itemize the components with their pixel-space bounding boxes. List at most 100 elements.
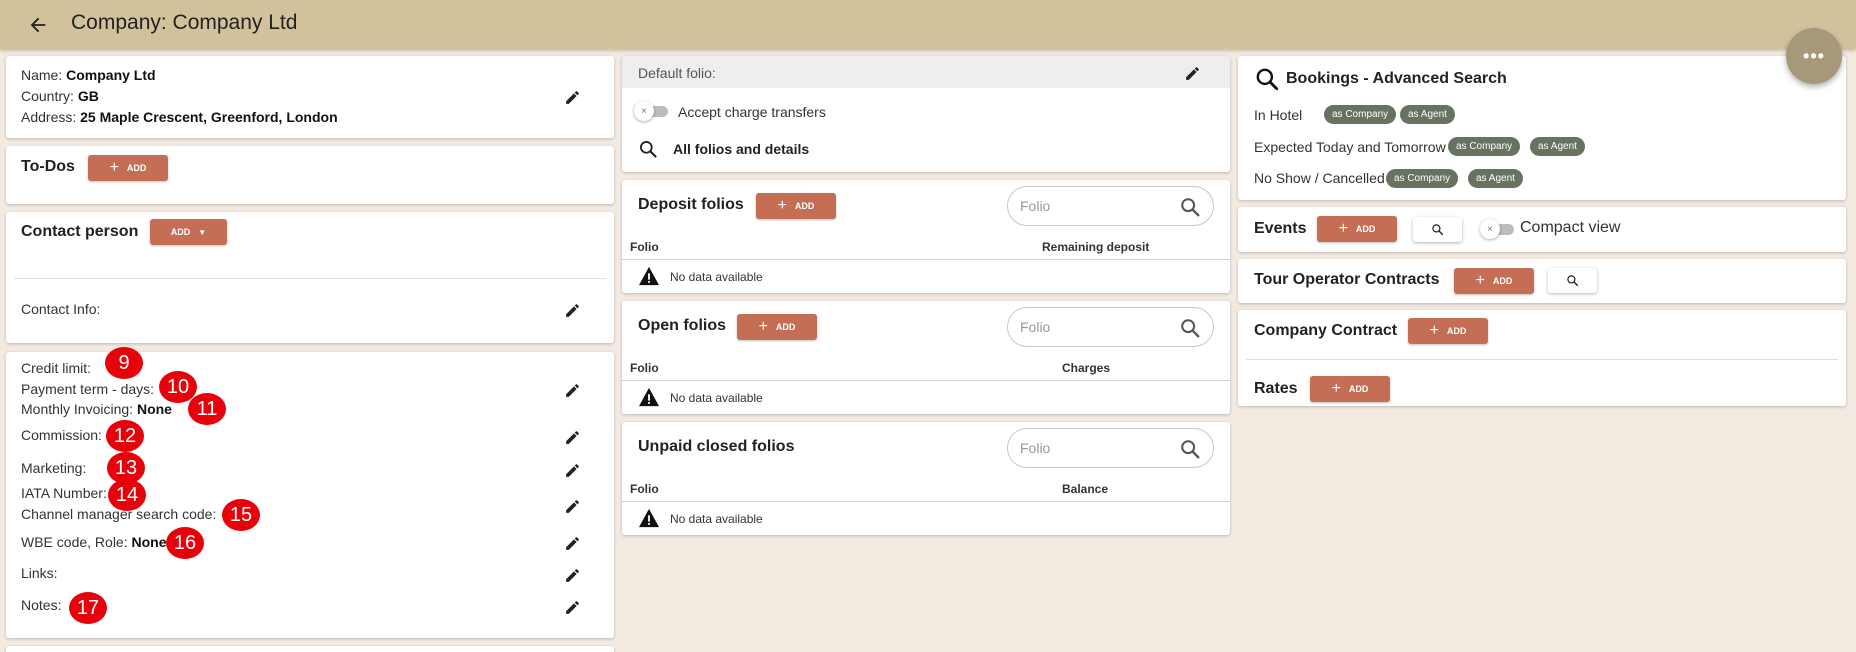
add-deposit-folio-button[interactable]: + ADD — [756, 193, 836, 219]
add-deposit-label: ADD — [794, 201, 815, 211]
credit-limit-label: Credit limit: — [21, 360, 92, 376]
back-arrow-icon[interactable] — [22, 9, 54, 41]
events-card: Events + ADD × Compact view — [1238, 207, 1846, 252]
events-search-button[interactable] — [1413, 217, 1462, 242]
in-hotel-as-agent-badge[interactable]: as Agent — [1400, 105, 1455, 124]
search-icon[interactable] — [1179, 438, 1201, 460]
events-title: Events — [1254, 220, 1307, 237]
tour-operator-search-button[interactable] — [1548, 268, 1597, 293]
expected-as-company-badge[interactable]: as Company — [1448, 137, 1521, 156]
add-event-button[interactable]: + ADD — [1317, 216, 1397, 242]
add-tour-operator-label: ADD — [1492, 276, 1513, 286]
edit-commission-pencil-icon[interactable] — [562, 427, 582, 447]
open-folio-search-field[interactable] — [1007, 307, 1214, 347]
marker-16: 16 — [166, 527, 204, 559]
add-rates-label: ADD — [1348, 384, 1369, 394]
edit-links-pencil-icon[interactable] — [562, 565, 582, 585]
plus-icon: + — [109, 159, 119, 176]
contact-divider — [14, 278, 606, 279]
unpaid-folios-title: Unpaid closed folios — [638, 438, 795, 455]
edit-contact-info-pencil-icon[interactable] — [562, 300, 582, 320]
unpaid-col-folio: Folio — [630, 482, 659, 496]
bookings-search-title: Bookings - Advanced Search — [1286, 70, 1507, 87]
edit-default-folio-pencil-icon[interactable] — [1182, 63, 1202, 83]
todos-title: To-Dos — [21, 158, 75, 175]
add-tour-operator-button[interactable]: + ADD — [1454, 268, 1534, 294]
noshow-as-agent-badge[interactable]: as Agent — [1468, 169, 1523, 188]
edit-notes-pencil-icon[interactable] — [562, 597, 582, 617]
search-icon — [1566, 274, 1579, 287]
marker-15: 15 — [222, 499, 260, 531]
warning-icon — [638, 387, 660, 407]
marker-17: 17 — [69, 592, 107, 624]
wbe-code-row: WBE code, Role: None — [21, 534, 167, 550]
contact-title: Contact person — [21, 223, 139, 240]
search-icon[interactable] — [1179, 317, 1201, 339]
toggle-off-icon: × — [1480, 219, 1500, 239]
open-folio-search-input[interactable] — [1020, 317, 1170, 337]
accept-transfers-toggle[interactable]: × — [634, 101, 668, 121]
deposit-folios-card: Deposit folios + ADD Folio Remaining depo… — [622, 180, 1230, 293]
add-company-contract-button[interactable]: + ADD — [1408, 318, 1488, 344]
add-open-folio-button[interactable]: + ADD — [737, 314, 817, 340]
todos-card: To-Dos + ADD — [6, 146, 614, 204]
open-col-charges: Charges — [1062, 361, 1111, 375]
add-todo-button[interactable]: + ADD — [88, 155, 168, 181]
warning-icon — [638, 508, 660, 528]
expected-as-agent-badge[interactable]: as Agent — [1530, 137, 1585, 156]
compact-view-toggle[interactable]: × — [1480, 219, 1514, 239]
plus-icon: + — [758, 318, 768, 335]
marketing-label: Marketing: — [21, 460, 87, 476]
marker-12: 12 — [106, 420, 144, 452]
company-country-row: Country: GB — [21, 88, 99, 104]
warning-icon — [638, 266, 660, 286]
more-options-button[interactable]: ••• — [1786, 28, 1842, 84]
top-app-bar: Company: Company Ltd — [0, 0, 1856, 49]
plus-icon: + — [777, 197, 787, 214]
company-contract-title: Company Contract — [1254, 322, 1398, 339]
company-address-row: Address: 25 Maple Crescent, Greenford, L… — [21, 109, 338, 125]
links-label: Links: — [21, 565, 58, 581]
noshow-as-company-badge[interactable]: as Company — [1386, 169, 1459, 188]
bookings-search-card: Bookings - Advanced Search In Hotel as C… — [1238, 56, 1846, 200]
country-label: Country: — [21, 88, 74, 104]
add-contact-dropdown-button[interactable]: ADD ▼ — [150, 219, 227, 245]
monthly-invoicing-value: None — [136, 401, 172, 417]
payment-term-label: Payment term - days: — [21, 381, 155, 397]
unpaid-folio-search-input[interactable] — [1020, 438, 1170, 458]
edit-marketing-pencil-icon[interactable] — [562, 460, 582, 480]
plus-icon: + — [1338, 220, 1348, 237]
tour-operator-title: Tour Operator Contracts — [1254, 271, 1440, 288]
partial-card-bottom — [6, 646, 614, 652]
company-contract-card: Company Contract + ADD Rates + ADD — [1238, 310, 1846, 406]
in-hotel-label: In Hotel — [1254, 107, 1303, 123]
deposit-folio-search-field[interactable] — [1007, 186, 1214, 226]
rates-title: Rates — [1254, 380, 1298, 397]
deposit-folio-search-input[interactable] — [1020, 196, 1170, 216]
wbe-label: WBE code, Role: — [21, 534, 128, 550]
unpaid-no-data: No data available — [670, 512, 763, 526]
edit-wbe-pencil-icon[interactable] — [562, 533, 582, 553]
compact-view-label: Compact view — [1520, 219, 1621, 236]
edit-payment-term-pencil-icon[interactable] — [562, 380, 582, 400]
expected-label: Expected Today and Tomorrow — [1254, 139, 1446, 155]
open-header-divider — [622, 380, 1230, 381]
in-hotel-as-company-badge[interactable]: as Company — [1324, 105, 1397, 124]
caret-down-icon: ▼ — [198, 227, 207, 237]
add-open-label: ADD — [775, 322, 796, 332]
edit-iata-channel-pencil-icon[interactable] — [562, 496, 582, 516]
contact-person-card: Contact person ADD ▼ Contact Info: — [6, 212, 614, 343]
edit-company-pencil-icon[interactable] — [562, 87, 582, 107]
add-event-label: ADD — [1355, 224, 1376, 234]
unpaid-folio-search-field[interactable] — [1007, 428, 1214, 468]
deposit-col-remaining: Remaining deposit — [1042, 240, 1150, 254]
accept-transfers-label: Accept charge transfers — [678, 104, 826, 120]
add-rates-button[interactable]: + ADD — [1310, 376, 1390, 402]
page-title: Company: Company Ltd — [71, 11, 298, 34]
all-folios-link[interactable]: All folios and details — [673, 141, 809, 157]
bookings-search-icon[interactable] — [1254, 66, 1280, 92]
all-folios-search-icon[interactable] — [638, 139, 658, 159]
add-contact-label: ADD — [170, 227, 191, 237]
search-icon[interactable] — [1179, 196, 1201, 218]
default-folio-label: Default folio: — [638, 65, 716, 81]
